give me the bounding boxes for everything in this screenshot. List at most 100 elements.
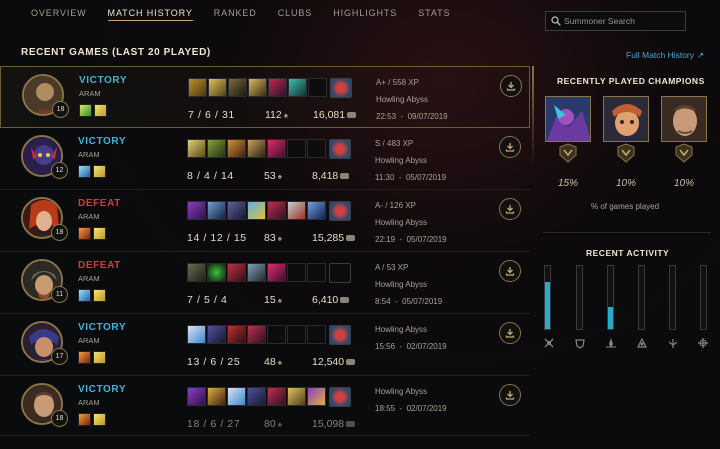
game-row[interactable]: 12 VICTORY ARAM 8 / 4 / 14 53 ♠ 8,418 S /…: [0, 128, 530, 190]
gold-earned: 15,285: [312, 232, 356, 244]
map-name: Howling Abyss: [375, 280, 428, 289]
trinket-icon: [330, 78, 352, 98]
item-slots: [187, 325, 327, 344]
panel-divider: [532, 66, 534, 166]
item-icon: [247, 201, 266, 220]
kda: 8 / 4 / 14: [187, 170, 234, 182]
download-replay-button[interactable]: [500, 75, 522, 97]
mage-role-icon: [606, 338, 616, 348]
creep-score: 80 ♠: [264, 418, 282, 430]
item-icon: [227, 201, 246, 220]
spell-icon: [93, 165, 106, 178]
spell-icon: [78, 289, 91, 302]
champion-level: 12: [51, 162, 68, 179]
map-name: Howling Abyss: [375, 156, 428, 165]
item-empty-slot: [287, 325, 306, 344]
creep-score: 83 ♠: [264, 232, 282, 244]
item-icon: [227, 263, 246, 282]
item-icon: [207, 139, 226, 158]
item-icon: [228, 78, 247, 97]
game-mode: ARAM: [79, 89, 101, 98]
item-icon: [227, 325, 246, 344]
game-row[interactable]: 17 VICTORY ARAM 13 / 6 / 25 48 ♠ 12,540 H…: [0, 314, 530, 376]
summoner-spells: [78, 413, 108, 426]
search-icon: [551, 16, 561, 26]
item-icon: [207, 201, 226, 220]
activity-bar: [607, 265, 614, 330]
item-icon: [247, 387, 266, 406]
game-datetime: 11:30 - 05/07/2019: [375, 173, 447, 182]
game-result: DEFEAT: [78, 198, 121, 209]
activity-bar: [700, 265, 707, 330]
game-row[interactable]: 18 VICTORY ARAM 7 / 6 / 31 112 ♠ 16,081 A…: [0, 66, 530, 128]
kda: 7 / 5 / 4: [187, 294, 228, 306]
item-icon: [268, 78, 287, 97]
item-icon: [187, 139, 206, 158]
gold-icon: [346, 235, 356, 242]
game-datetime: 18:55 - 02/07/2019: [375, 404, 447, 413]
champion-portrait[interactable]: [545, 96, 591, 142]
gold-earned: 12,540: [312, 356, 356, 368]
game-result: VICTORY: [79, 75, 128, 86]
tab-ranked[interactable]: RANKED: [214, 8, 257, 20]
champion-level: 18: [51, 224, 68, 241]
tab-overview[interactable]: OVERVIEW: [31, 8, 87, 20]
search-input[interactable]: [564, 16, 684, 26]
game-row[interactable]: 18 VICTORY ARAM 18 / 6 / 27 80 ♠ 15,098 H…: [0, 376, 530, 436]
game-mode: ARAM: [78, 150, 100, 159]
gold-icon: [340, 297, 350, 304]
game-row[interactable]: 11 DEFEAT ARAM 7 / 5 / 4 15 ♠ 6,410 A / 5…: [0, 252, 530, 314]
activity-bar: [638, 265, 645, 330]
gold-value: 12,540: [312, 356, 345, 368]
panel-separator: [543, 232, 711, 233]
creep-score-value: 83: [264, 232, 276, 244]
gold-value: 15,285: [312, 232, 345, 244]
tab-match-history[interactable]: MATCH HISTORY: [107, 8, 193, 21]
item-empty-slot: [307, 139, 326, 158]
map-name: Howling Abyss: [375, 218, 428, 227]
download-replay-button[interactable]: [499, 322, 521, 344]
download-replay-button[interactable]: [499, 384, 521, 406]
champion-portrait[interactable]: [661, 96, 707, 142]
item-empty-slot: [267, 325, 286, 344]
minion-icon: ♠: [277, 234, 282, 243]
activity-bar-fill: [545, 281, 550, 329]
item-icon: [247, 139, 266, 158]
item-empty-slot: [287, 139, 306, 158]
item-icon: [188, 78, 207, 97]
spell-icon: [78, 165, 91, 178]
creep-score-value: 112: [265, 109, 282, 121]
map-name-top: Howling Abyss: [375, 325, 428, 334]
download-icon: [506, 82, 516, 91]
game-row[interactable]: 18 DEFEAT ARAM 14 / 12 / 15 83 ♠ 15,285 A…: [0, 190, 530, 252]
section-title: RECENT GAMES (LAST 20 PLAYED): [21, 47, 211, 58]
summoner-spells: [78, 227, 108, 240]
minion-icon: ♠: [277, 358, 282, 367]
item-icon: [207, 387, 226, 406]
summoner-search[interactable]: [545, 11, 686, 31]
summoner-spells: [78, 165, 108, 178]
recent-champions-title: RECENTLY PLAYED CHAMPIONS: [557, 76, 705, 86]
creep-score: 112 ♠: [265, 109, 288, 121]
item-icon: [187, 387, 206, 406]
item-icon: [267, 263, 286, 282]
item-icon: [227, 387, 246, 406]
item-icon: [287, 387, 306, 406]
activity-bar: [669, 265, 676, 330]
spell-icon: [93, 413, 106, 426]
tab-clubs[interactable]: CLUBS: [278, 8, 313, 20]
download-replay-button[interactable]: [499, 198, 521, 220]
champion-portrait[interactable]: [603, 96, 649, 142]
grade-xp: S / 483 XP: [375, 139, 414, 148]
item-icon: [207, 263, 226, 282]
creep-score-value: 48: [264, 356, 276, 368]
game-result: VICTORY: [78, 322, 127, 333]
download-replay-button[interactable]: [499, 136, 521, 158]
tab-highlights[interactable]: HIGHLIGHTS: [333, 8, 397, 20]
spell-icon: [78, 351, 91, 364]
item-empty-slot: [307, 325, 326, 344]
minion-icon: ♠: [277, 420, 282, 429]
tab-stats[interactable]: STATS: [418, 8, 450, 20]
download-replay-button[interactable]: [499, 260, 521, 282]
full-history-link[interactable]: Full Match History ↗: [626, 50, 704, 61]
